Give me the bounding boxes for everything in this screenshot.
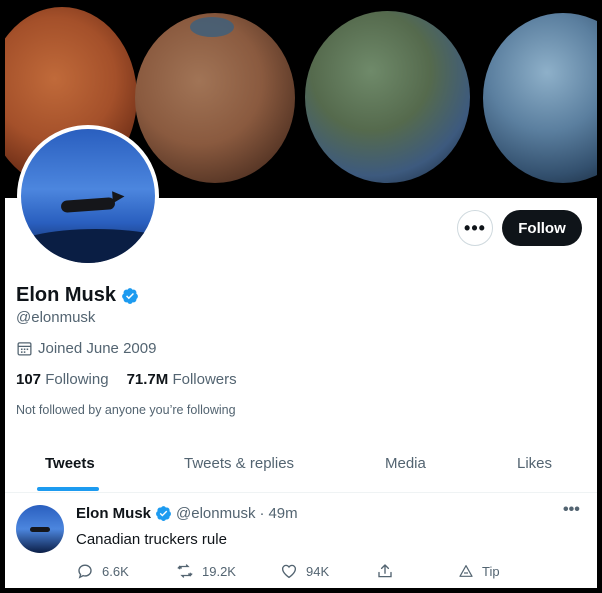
- more-options-button[interactable]: •••: [457, 210, 493, 246]
- joined-date: Joined June 2009: [16, 340, 156, 357]
- follow-button[interactable]: Follow: [502, 210, 582, 246]
- followers-label: Followers: [172, 371, 237, 388]
- reply-button[interactable]: 6.6K: [76, 562, 176, 580]
- planet-terraforming-image: [135, 13, 295, 183]
- planet-green-image: [305, 11, 470, 183]
- retweet-button[interactable]: 19.2K: [176, 562, 280, 580]
- tweet-avatar[interactable]: [16, 505, 64, 553]
- follow-stats: 107 Following 71.7M Followers: [16, 371, 237, 388]
- calendar-icon: [17, 342, 32, 356]
- polar-cap: [190, 17, 234, 37]
- profile-handle: @elonmusk: [16, 309, 96, 326]
- tweet-item[interactable]: Elon Musk @elonmusk · 49m ••• Canadian t…: [5, 495, 597, 588]
- like-button[interactable]: 94K: [280, 562, 376, 580]
- tweet-timestamp[interactable]: 49m: [268, 505, 297, 522]
- reply-icon: [78, 564, 92, 579]
- like-count: 94K: [306, 563, 330, 579]
- tab-tweets[interactable]: Tweets: [45, 445, 95, 493]
- starship-image: [60, 197, 116, 213]
- profile-name-row: Elon Musk: [16, 284, 139, 307]
- tweet-separator: ·: [259, 505, 265, 522]
- share-button[interactable]: [376, 562, 458, 580]
- following-label: Following: [45, 371, 109, 388]
- profile-tabs: Tweets Tweets & replies Media Likes: [5, 445, 597, 493]
- heart-icon: [281, 564, 297, 579]
- retweet-count: 19.2K: [202, 563, 236, 579]
- starship-image: [30, 527, 50, 532]
- active-tab-indicator: [37, 487, 99, 491]
- earth-horizon: [21, 229, 155, 263]
- followers-count: 71.7M: [126, 371, 169, 388]
- not-followed-notice: Not followed by anyone you’re following: [16, 403, 236, 417]
- tip-icon: [459, 565, 473, 577]
- following-link[interactable]: 107 Following: [16, 371, 109, 388]
- tweet-author-handle[interactable]: @elonmusk: [176, 505, 255, 522]
- tip-button[interactable]: Tip: [458, 563, 500, 579]
- planet-earth-like-image: [483, 13, 597, 183]
- tab-media[interactable]: Media: [385, 445, 426, 493]
- tweet-author-name[interactable]: Elon Musk: [76, 505, 151, 522]
- verified-badge-icon: [156, 506, 171, 521]
- tweet-more-button[interactable]: •••: [563, 501, 580, 519]
- retweet-icon: [177, 564, 193, 578]
- following-count: 107: [16, 371, 42, 388]
- share-icon: [378, 564, 392, 578]
- tab-likes[interactable]: Likes: [517, 445, 552, 493]
- tweet-header: Elon Musk @elonmusk · 49m: [76, 505, 298, 522]
- profile-page: ••• Follow Elon Musk @elonmusk Joined Ju…: [5, 5, 597, 588]
- followers-link[interactable]: 71.7M Followers: [127, 371, 237, 388]
- tab-tweets-and-replies[interactable]: Tweets & replies: [184, 445, 294, 493]
- reply-count: 6.6K: [102, 563, 129, 579]
- verified-badge-icon: [122, 287, 138, 304]
- display-name: Elon Musk: [16, 284, 117, 306]
- tweet-text: Canadian truckers rule: [76, 531, 227, 548]
- profile-avatar[interactable]: [17, 125, 159, 267]
- joined-text: Joined June 2009: [38, 340, 157, 357]
- tweet-actions: 6.6K 19.2K 94K Tip: [76, 562, 500, 580]
- tip-label: Tip: [482, 563, 500, 579]
